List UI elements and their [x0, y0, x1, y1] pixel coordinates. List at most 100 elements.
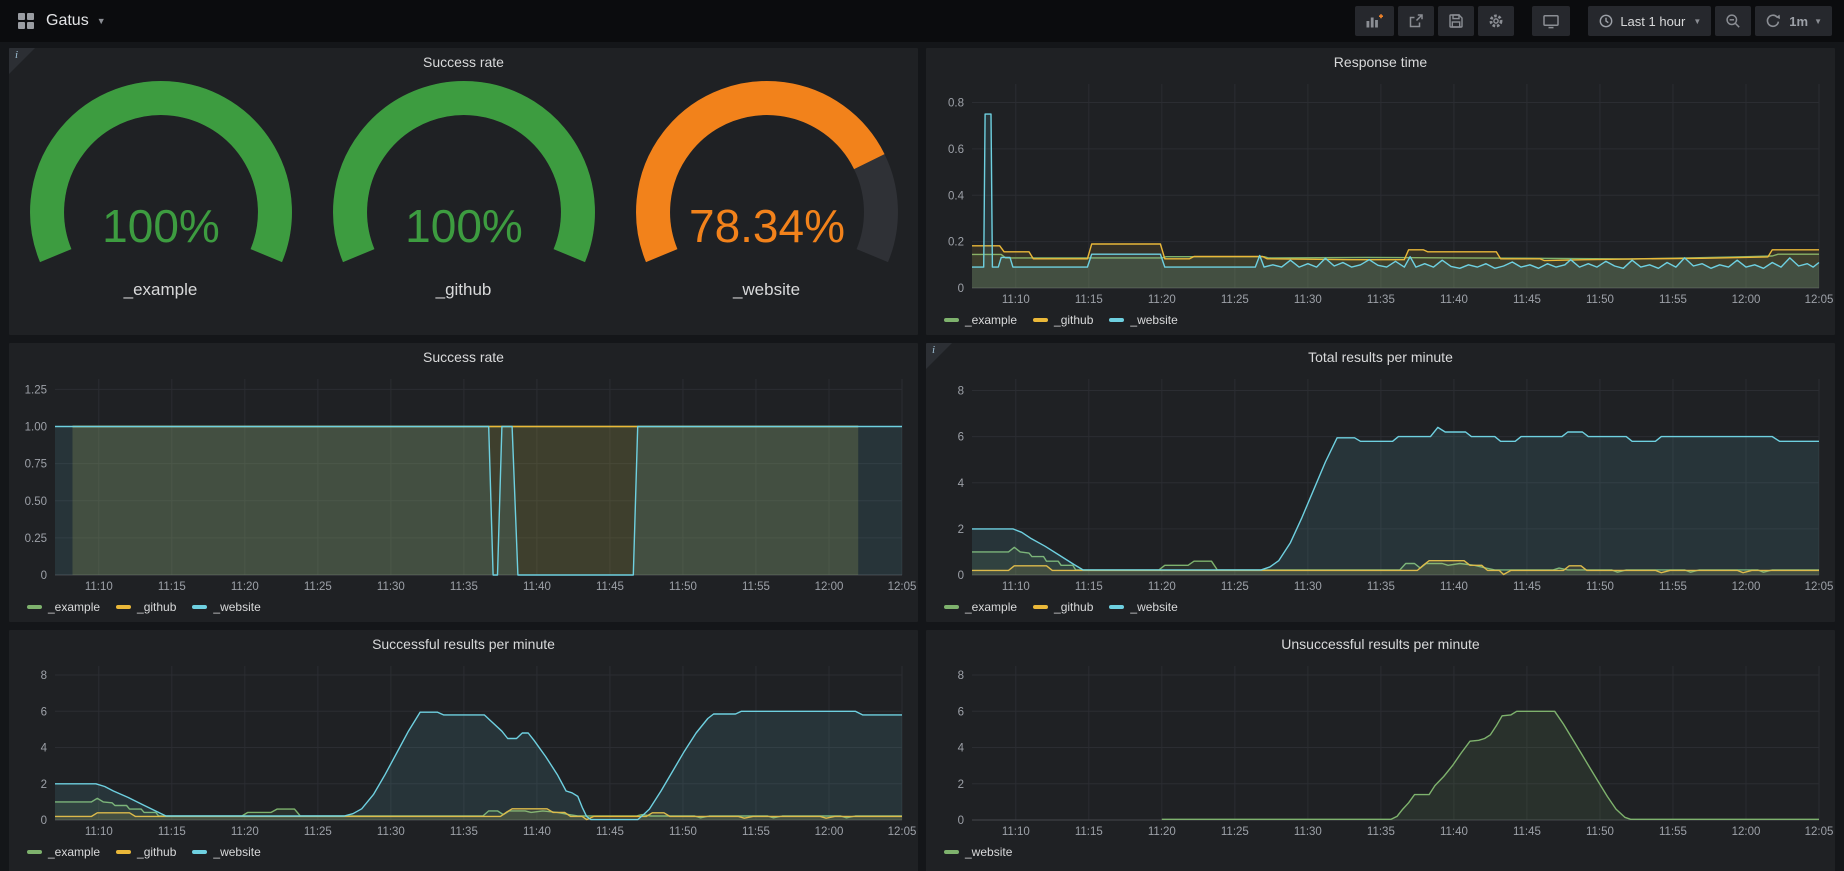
- x-axis-tick-label: 11:25: [1221, 826, 1249, 838]
- legend-item-_website[interactable]: _website: [1109, 313, 1177, 327]
- y-axis-tick-label: 8: [41, 670, 47, 682]
- unsuccessful-results-chart[interactable]: 11:1011:1511:2011:2511:3011:3511:4011:45…: [926, 656, 1835, 841]
- legend-color-dash: [944, 318, 959, 322]
- x-axis-tick-label: 11:10: [85, 581, 113, 593]
- gauge-arc-_example: 100%: [26, 80, 296, 276]
- success-rate-chart[interactable]: 11:1011:1511:2011:2511:3011:3511:4011:45…: [9, 369, 918, 596]
- x-axis-tick-label: 12:00: [815, 581, 844, 593]
- legend-item-_example[interactable]: _example: [27, 600, 100, 614]
- gauge-arc-_website: 78.34%: [632, 80, 902, 276]
- legend-color-dash: [116, 605, 131, 609]
- series-area-_website: [1162, 711, 1819, 820]
- x-axis-tick-label: 11:15: [158, 826, 186, 838]
- response-time-chart[interactable]: 11:1011:1511:2011:2511:3011:3511:4011:45…: [926, 74, 1835, 309]
- x-axis-tick-label: 11:15: [1075, 581, 1103, 593]
- x-axis-tick-label: 11:45: [1513, 581, 1541, 593]
- save-button[interactable]: [1438, 6, 1474, 36]
- legend-item-_website[interactable]: _website: [1109, 600, 1177, 614]
- legend-label: _github: [1054, 313, 1093, 327]
- x-axis-tick-label: 11:45: [596, 826, 624, 838]
- series-area-_website: [55, 427, 902, 576]
- y-axis-tick-label: 4: [958, 743, 965, 755]
- unsuccessful-results-plot[interactable]: 11:1011:1511:2011:2511:3011:3511:4011:45…: [926, 656, 1835, 841]
- chart-legend: _example _github _website: [9, 596, 918, 618]
- y-axis-tick-label: 0: [958, 570, 964, 582]
- legend-item-_website[interactable]: _website: [192, 845, 260, 859]
- x-axis-tick-label: 11:30: [1294, 294, 1322, 306]
- x-axis-tick-label: 11:30: [1294, 826, 1322, 838]
- x-axis-tick-label: 11:35: [450, 826, 478, 838]
- gauge-label: _github: [436, 280, 492, 300]
- legend-label: _example: [965, 313, 1017, 327]
- legend-item-_example[interactable]: _example: [27, 845, 100, 859]
- zoom-out-button[interactable]: [1715, 6, 1751, 36]
- panel-info-corner[interactable]: i: [926, 343, 952, 369]
- settings-button[interactable]: [1478, 6, 1514, 36]
- dashboard-title[interactable]: Gatus: [46, 12, 89, 30]
- x-axis-tick-label: 11:55: [742, 826, 770, 838]
- x-axis-tick-label: 11:40: [1440, 581, 1468, 593]
- refresh-picker[interactable]: 1m ▼: [1755, 6, 1832, 36]
- legend-label: _github: [137, 845, 176, 859]
- response-time-plot[interactable]: 11:1011:1511:2011:2511:3011:3511:4011:45…: [926, 74, 1835, 309]
- dashboard-caret-down-icon[interactable]: ▼: [97, 16, 106, 26]
- legend-item-_website[interactable]: _website: [944, 845, 1012, 859]
- x-axis-tick-label: 11:25: [1221, 294, 1249, 306]
- total-results-plot[interactable]: 11:1011:1511:2011:2511:3011:3511:4011:45…: [926, 369, 1835, 596]
- x-axis-tick-label: 11:15: [158, 581, 186, 593]
- x-axis-tick-label: 11:45: [1513, 294, 1541, 306]
- x-axis-tick-label: 11:15: [1075, 826, 1103, 838]
- panel-unsuccessful-results: Unsuccessful results per minute 11:1011:…: [926, 630, 1835, 871]
- refresh-interval-label: 1m: [1789, 14, 1808, 29]
- legend-color-dash: [1033, 318, 1048, 322]
- panel-title[interactable]: Successful results per minute: [9, 630, 918, 656]
- legend-item-_example[interactable]: _example: [944, 313, 1017, 327]
- x-axis-tick-label: 11:50: [1586, 581, 1614, 593]
- x-axis-tick-label: 11:20: [1148, 581, 1176, 593]
- legend-color-dash: [1109, 605, 1124, 609]
- total-results-chart[interactable]: 11:1011:1511:2011:2511:3011:3511:4011:45…: [926, 369, 1835, 596]
- add-panel-button[interactable]: [1355, 6, 1394, 36]
- legend-label: _example: [48, 600, 100, 614]
- refresh-caret-icon: ▼: [1814, 17, 1822, 26]
- legend-label: _github: [1054, 600, 1093, 614]
- legend-item-_github[interactable]: _github: [1033, 600, 1093, 614]
- legend-item-_website[interactable]: _website: [192, 600, 260, 614]
- legend-item-_github[interactable]: _github: [116, 600, 176, 614]
- zoom-out-icon: [1725, 13, 1741, 29]
- x-axis-tick-label: 11:20: [231, 826, 259, 838]
- panel-title[interactable]: Total results per minute: [926, 343, 1835, 369]
- x-axis-tick-label: 11:30: [1294, 581, 1322, 593]
- grafana-menu-icon[interactable]: [18, 13, 34, 29]
- gauge-_website: 78.34%_website: [615, 80, 918, 300]
- panel-title[interactable]: Success rate: [9, 343, 918, 369]
- cycle-view-button[interactable]: [1532, 6, 1570, 36]
- x-axis-tick-label: 11:50: [669, 826, 697, 838]
- x-axis-tick-label: 11:25: [1221, 581, 1249, 593]
- successful-results-chart[interactable]: 11:1011:1511:2011:2511:3011:3511:4011:45…: [9, 656, 918, 841]
- legend-item-_example[interactable]: _example: [944, 600, 1017, 614]
- x-axis-tick-label: 11:35: [450, 581, 478, 593]
- legend-item-_github[interactable]: _github: [116, 845, 176, 859]
- y-axis-tick-label: 8: [958, 670, 964, 682]
- gauge-label: _example: [124, 280, 198, 300]
- legend-color-dash: [944, 850, 959, 854]
- panel-success-rate-gauges: i Success rate 100%_example100%_github78…: [9, 48, 918, 335]
- legend-item-_github[interactable]: _github: [1033, 313, 1093, 327]
- time-range-picker[interactable]: Last 1 hour ▼: [1588, 6, 1711, 36]
- success-rate-plot[interactable]: 11:1011:1511:2011:2511:3011:3511:4011:45…: [9, 369, 918, 596]
- panel-title[interactable]: Unsuccessful results per minute: [926, 630, 1835, 656]
- successful-results-plot[interactable]: 11:1011:1511:2011:2511:3011:3511:4011:45…: [9, 656, 918, 841]
- x-axis-tick-label: 11:40: [1440, 826, 1468, 838]
- panel-info-corner[interactable]: i: [9, 48, 35, 74]
- panel-title[interactable]: Success rate: [9, 48, 918, 74]
- x-axis-tick-label: 11:10: [1002, 581, 1030, 593]
- panel-title[interactable]: Response time: [926, 48, 1835, 74]
- legend-color-dash: [27, 605, 42, 609]
- gauge-value: 78.34%: [688, 200, 844, 252]
- x-axis-tick-label: 11:10: [85, 826, 113, 838]
- x-axis-tick-label: 11:55: [742, 581, 770, 593]
- x-axis-tick-label: 11:30: [377, 826, 405, 838]
- share-button[interactable]: [1398, 6, 1434, 36]
- x-axis-tick-label: 11:40: [1440, 294, 1468, 306]
